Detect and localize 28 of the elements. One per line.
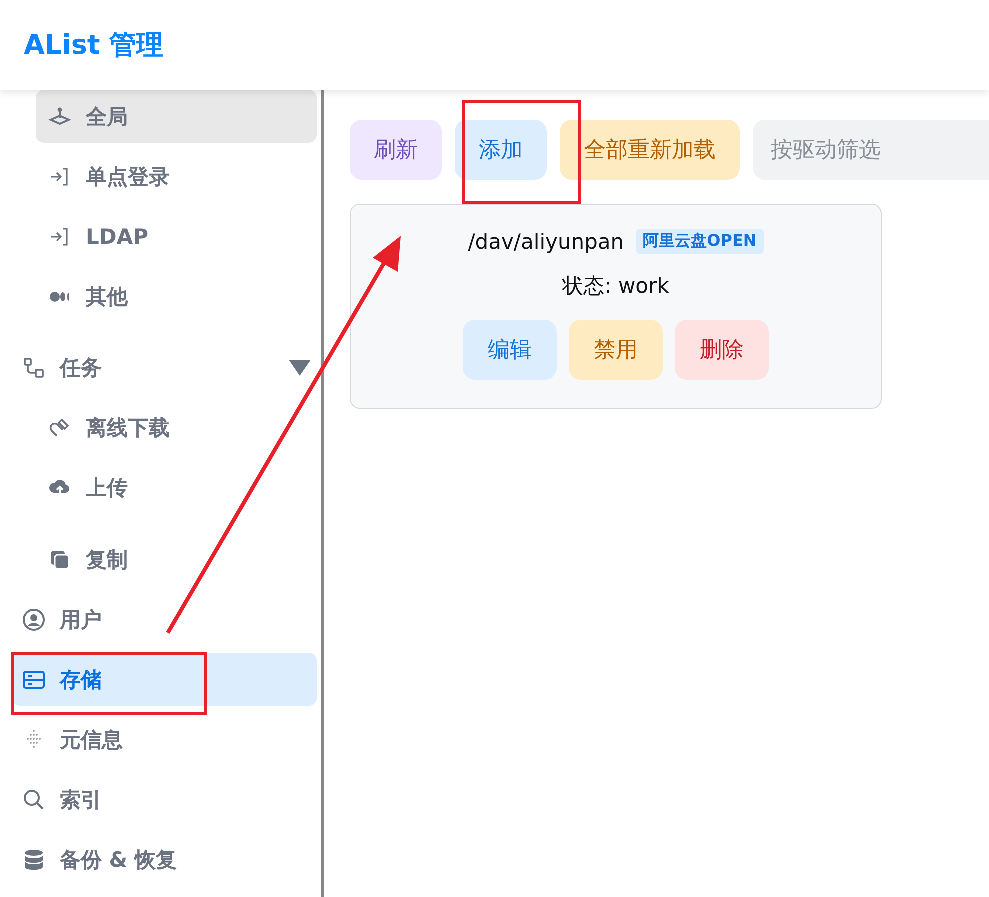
sidebar-item[interactable]: 全局 <box>36 90 317 143</box>
action-button[interactable]: 禁用 <box>569 320 663 380</box>
user-circle-icon <box>22 608 46 632</box>
sidebar-item[interactable]: 用户 <box>12 593 317 646</box>
flow-icon <box>22 356 46 380</box>
sidebar-item[interactable]: 其他 <box>36 270 317 323</box>
filter-field[interactable]: 按驱动筛选 <box>753 120 989 180</box>
sidebar-item[interactable]: 存储 <box>12 653 317 706</box>
action-button[interactable]: 编辑 <box>463 320 557 380</box>
action-button[interactable]: 添加 <box>455 120 547 180</box>
sidebar-item[interactable]: 上传 <box>36 461 317 514</box>
driver-tag: 阿里云盘OPEN <box>636 229 764 254</box>
action-button[interactable]: 刷新 <box>350 120 442 180</box>
search-icon <box>22 788 46 812</box>
action-button[interactable]: 删除 <box>675 320 769 380</box>
sidebar-item[interactable]: LDAP <box>36 210 317 263</box>
sidebar-item[interactable]: 复制 <box>36 533 317 586</box>
sidebar-item[interactable]: 元信息 <box>12 713 317 766</box>
database-icon <box>22 848 46 872</box>
sidebar-item[interactable]: 任务 <box>12 341 317 394</box>
sidebar-item[interactable]: 单点登录 <box>36 150 317 203</box>
action-button[interactable]: 全部重新加载 <box>560 120 740 180</box>
status-text: 状态: work <box>562 273 670 300</box>
sidebar-item[interactable]: 备份 & 恢复 <box>12 833 317 886</box>
sidebar-item[interactable]: 索引 <box>12 773 317 826</box>
app-title: AList 管理 <box>24 29 164 63</box>
mount-path: /dav/aliyunpan <box>468 230 624 254</box>
sidebar-item[interactable]: 离线下载 <box>36 401 317 454</box>
